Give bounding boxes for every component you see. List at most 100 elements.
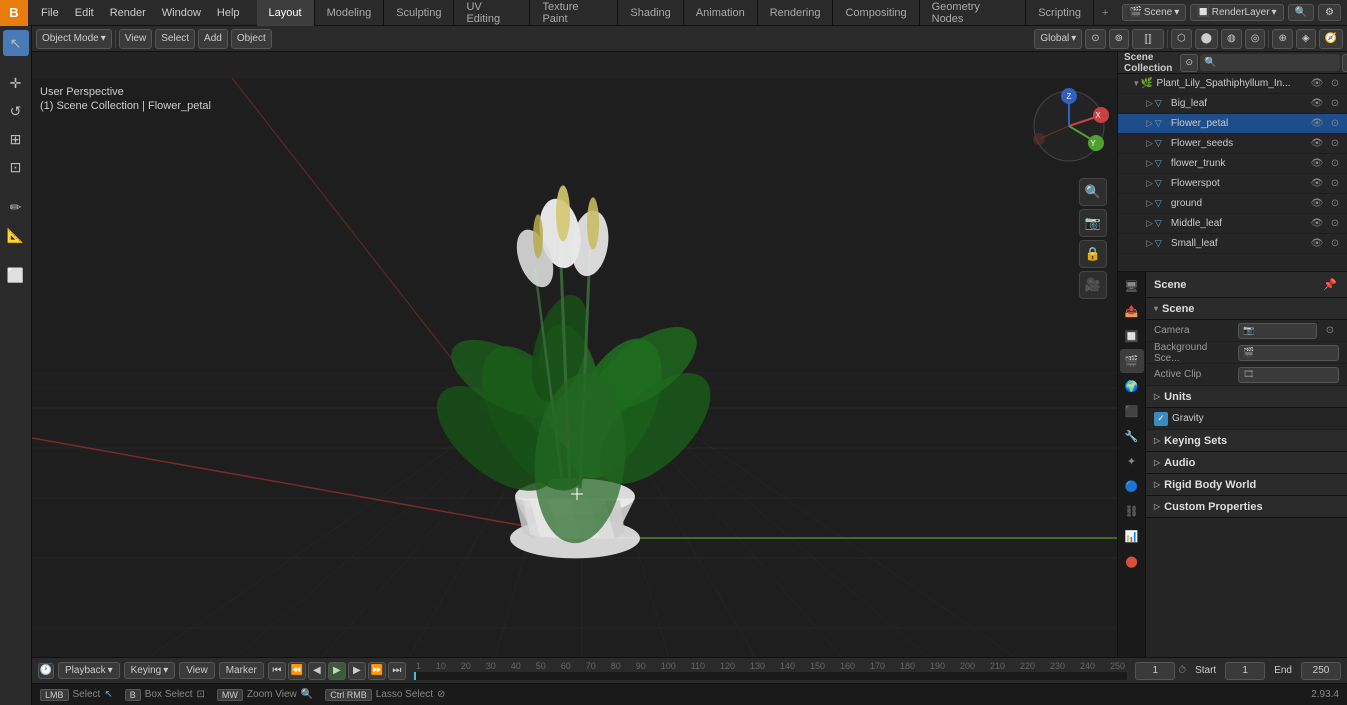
viewport-options-btn[interactable]: ⊕	[1272, 29, 1292, 49]
render-layer-selector[interactable]: 🔲 RenderLayer ▾	[1190, 4, 1283, 21]
rigidbody-section-header[interactable]: ▷ Rigid Body World	[1146, 474, 1347, 496]
global-transform-btn[interactable]: Global ▾	[1034, 29, 1082, 49]
flowerseeds-excl-icon[interactable]: ⊙	[1327, 136, 1343, 152]
audio-section-header[interactable]: ▷ Audio	[1146, 452, 1347, 474]
units-section-header[interactable]: ▷ Units	[1146, 386, 1347, 408]
outliner-search-input[interactable]	[1200, 54, 1340, 71]
outliner-item-bigleaf[interactable]: ▷ ▽ Big_leaf 👁 ⊙	[1118, 94, 1347, 114]
start-frame-input[interactable]	[1225, 662, 1265, 680]
rotate-tool-btn[interactable]: ↺	[3, 98, 29, 124]
zoom-in-btn[interactable]: 🔍	[1079, 178, 1107, 206]
marker-btn[interactable]: Marker	[219, 662, 264, 679]
menu-edit[interactable]: Edit	[68, 5, 101, 21]
modifier-props-icon[interactable]: 🔧	[1120, 424, 1144, 448]
flowerpetal-vis-icon[interactable]: 👁	[1309, 116, 1325, 132]
fly-mode-btn[interactable]: 🎥	[1079, 271, 1107, 299]
keyingsets-section-header[interactable]: ▷ Keying Sets	[1146, 430, 1347, 452]
smallleaf-excl-icon[interactable]: ⊙	[1327, 236, 1343, 252]
constraints-props-icon[interactable]: ⛓	[1120, 499, 1144, 523]
outliner-item-flowertrunk[interactable]: ▷ ▽ flower_trunk 👁 ⊙	[1118, 154, 1347, 174]
playback-menu-btn[interactable]: Playback ▾	[58, 662, 120, 679]
tab-modeling[interactable]: Modeling	[315, 0, 385, 26]
outliner-item-flowerseeds[interactable]: ▷ ▽ Flower_seeds 👁 ⊙	[1118, 134, 1347, 154]
tab-geometry-nodes[interactable]: Geometry Nodes	[920, 0, 1027, 26]
flowertrunk-vis-icon[interactable]: 👁	[1309, 156, 1325, 172]
tab-animation[interactable]: Animation	[684, 0, 758, 26]
flowerspot-excl-icon[interactable]: ⊙	[1327, 176, 1343, 192]
smallleaf-vis-icon[interactable]: 👁	[1309, 236, 1325, 252]
outliner-sort-btn[interactable]: ⚙	[1342, 54, 1347, 72]
timeline-frame-area[interactable]: 1 10 20 30 40 50 60 70 80 90 100 110 120…	[410, 658, 1131, 683]
outliner-item-root[interactable]: ▾ 🌿 Plant_Lily_Spathiphyllum_In... 👁 ⊙	[1118, 74, 1347, 94]
play-btn[interactable]: ▶	[328, 662, 346, 680]
menu-file[interactable]: File	[34, 5, 66, 21]
add-workspace-button[interactable]: +	[1094, 0, 1116, 26]
measure-tool-btn[interactable]: 📐	[3, 222, 29, 248]
middleleaf-vis-icon[interactable]: 👁	[1309, 216, 1325, 232]
flowerpetal-excl-icon[interactable]: ⊙	[1327, 116, 1343, 132]
middleleaf-excl-icon[interactable]: ⊙	[1327, 216, 1343, 232]
timeline-view-btn[interactable]: View	[179, 662, 215, 679]
material-shading-btn[interactable]: ◍	[1221, 29, 1242, 49]
customprops-section-header[interactable]: ▷ Custom Properties	[1146, 496, 1347, 518]
ground-vis-icon[interactable]: 👁	[1309, 196, 1325, 212]
flowerseeds-vis-icon[interactable]: 👁	[1309, 136, 1325, 152]
camera-view-btn[interactable]: 📷	[1079, 209, 1107, 237]
next-keyframe-btn[interactable]: ⏩	[368, 662, 386, 680]
keying-menu-btn[interactable]: Keying ▾	[124, 662, 176, 679]
view-menu-btn[interactable]: View	[119, 29, 153, 49]
menu-help[interactable]: Help	[210, 5, 247, 21]
proportional-edit-btn[interactable]: ⊚	[1109, 29, 1129, 49]
gizmo-options-btn[interactable]: 🧭	[1319, 29, 1343, 49]
material-props-icon[interactable]: ⬤	[1120, 549, 1144, 573]
menu-window[interactable]: Window	[155, 5, 208, 21]
flowerspot-vis-icon[interactable]: 👁	[1309, 176, 1325, 192]
visibility-icon[interactable]: 👁	[1309, 76, 1325, 92]
tab-sculpting[interactable]: Sculpting	[384, 0, 454, 26]
timeline-track[interactable]	[414, 672, 1127, 680]
move-tool-btn[interactable]: ✛	[3, 70, 29, 96]
search-button[interactable]: 🔍	[1288, 4, 1314, 21]
solid-shading-btn[interactable]: ⬤	[1195, 29, 1218, 49]
camera-value-field[interactable]: 📷	[1238, 323, 1317, 339]
outliner-item-smallleaf[interactable]: ▷ ▽ Small_leaf 👁 ⊙	[1118, 234, 1347, 254]
props-pin-btn[interactable]: 📌	[1321, 276, 1339, 294]
viewport[interactable]: User Perspective (1) Scene Collection | …	[32, 52, 1117, 657]
tab-texture-paint[interactable]: Texture Paint	[530, 0, 618, 26]
bigleaf-vis-icon[interactable]: 👁	[1309, 96, 1325, 112]
output-props-icon[interactable]: 📤	[1120, 299, 1144, 323]
world-props-icon[interactable]: 🌍	[1120, 374, 1144, 398]
object-mode-dropdown[interactable]: Object Mode ▾	[36, 29, 112, 49]
activeclip-value-field[interactable]: 🎞	[1238, 367, 1339, 383]
add-menu-btn[interactable]: Add	[198, 29, 228, 49]
data-props-icon[interactable]: 📊	[1120, 524, 1144, 548]
outliner-item-ground[interactable]: ▷ ▽ ground 👁 ⊙	[1118, 194, 1347, 214]
physics-props-icon[interactable]: 🔵	[1120, 474, 1144, 498]
scene-section-header[interactable]: ▾ Scene	[1146, 298, 1347, 320]
ground-excl-icon[interactable]: ⊙	[1327, 196, 1343, 212]
scene-selector[interactable]: 🎬 Scene ▾	[1122, 4, 1186, 21]
tab-compositing[interactable]: Compositing	[833, 0, 919, 26]
prev-keyframe-btn[interactable]: ⏪	[288, 662, 306, 680]
tab-uv-editing[interactable]: UV Editing	[454, 0, 530, 26]
scene-props-icon[interactable]: 🎬	[1120, 349, 1144, 373]
outliner-item-flowerpetal[interactable]: ▷ ▽ Flower_petal 👁 ⊙	[1118, 114, 1347, 134]
render-props-icon[interactable]: 🖥	[1120, 274, 1144, 298]
next-frame-btn[interactable]: ▶	[348, 662, 366, 680]
add-cube-btn[interactable]: ⬜	[3, 262, 29, 288]
timeline-scrubber[interactable]: 1 10 20 30 40 50 60 70 80 90 100 110 120…	[414, 661, 1127, 680]
snap-btn[interactable]: ⊙	[1085, 29, 1105, 49]
rendered-shading-btn[interactable]: ◎	[1245, 29, 1266, 49]
filter-button[interactable]: ⚙	[1318, 4, 1341, 21]
outliner-item-flowerspot[interactable]: ▷ ▽ Flowerspot 👁 ⊙	[1118, 174, 1347, 194]
timeline-type-btn[interactable]: 🕐	[38, 663, 54, 679]
outliner-item-middleleaf[interactable]: ▷ ▽ Middle_leaf 👁 ⊙	[1118, 214, 1347, 234]
gravity-checkbox[interactable]: ✓	[1154, 412, 1168, 426]
object-props-icon[interactable]: ⬛	[1120, 399, 1144, 423]
object-menu-btn[interactable]: Object	[231, 29, 272, 49]
jump-start-btn[interactable]: ⏮	[268, 662, 286, 680]
select-menu-btn[interactable]: Select	[155, 29, 195, 49]
viewport-overlay-btn[interactable]: ◈	[1296, 29, 1316, 49]
menu-render[interactable]: Render	[103, 5, 153, 21]
annotate-tool-btn[interactable]: ✏	[3, 194, 29, 220]
